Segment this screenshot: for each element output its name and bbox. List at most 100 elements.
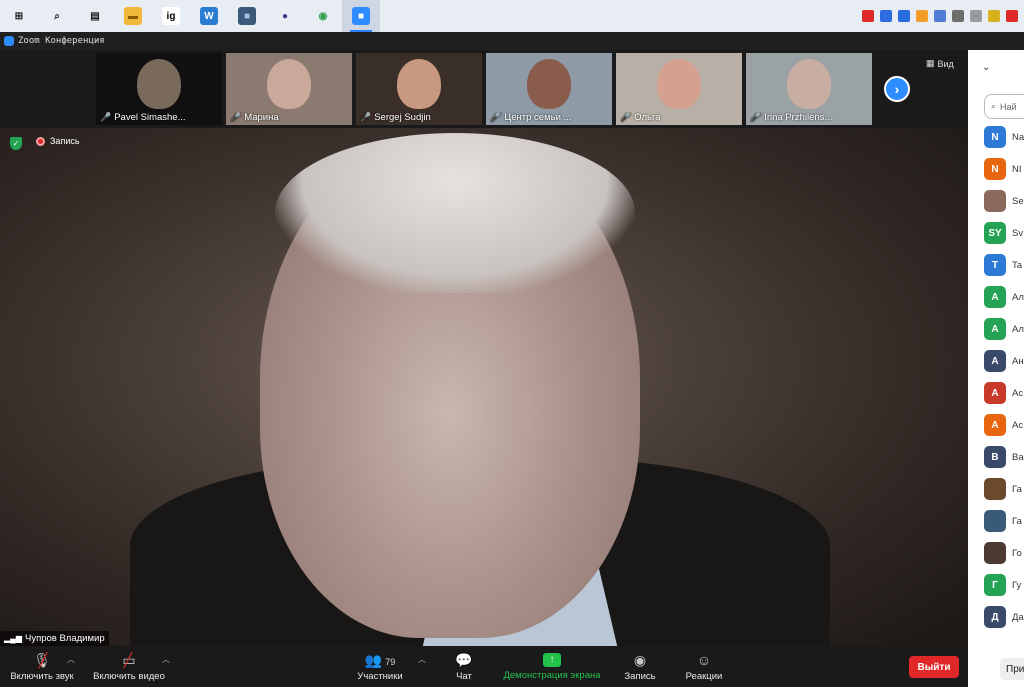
participant-video-tile[interactable]: 🎤 Irina Przhilens...: [746, 53, 872, 125]
taskbar-app[interactable]: ●: [266, 0, 304, 32]
share-screen-button[interactable]: ↑ Демонстрация экрана: [500, 646, 604, 687]
participant-name: Sergej Sudjin: [374, 112, 431, 123]
participant-list-item[interactable]: Г Гу: [984, 574, 1021, 596]
participant-list-item[interactable]: А Ас: [984, 382, 1023, 404]
tray-icon-2[interactable]: [880, 10, 892, 22]
taskbar-app[interactable]: ■: [228, 0, 266, 32]
reactions-button[interactable]: ☺ Реакции: [680, 646, 728, 687]
start-video-button[interactable]: ▭ ╱ Включить видео: [90, 646, 168, 687]
ig-app-icon: ig: [162, 7, 180, 25]
tray-icon-9[interactable]: [1006, 10, 1018, 22]
participant-list-item[interactable]: А Ас: [984, 414, 1023, 436]
chevron-right-icon: ›: [894, 81, 900, 97]
mic-muted-icon: 🎤: [100, 112, 112, 122]
taskbar-app[interactable]: W: [190, 0, 228, 32]
next-page-button[interactable]: ›: [884, 76, 910, 102]
start-video-label: Включить видео: [93, 670, 165, 682]
participants-caret-icon[interactable]: ︿: [418, 654, 426, 665]
participants-panel: ⌄ ⌕ Най N Na N NI Se SY Sv T Ta А Ал А Ал А Ан А Ас А Ас В В…: [968, 50, 1024, 687]
participant-video-tile[interactable]: 🎤 Pavel Simashe...: [96, 53, 222, 125]
recording-label: Запись: [50, 136, 80, 146]
video-options-caret-icon[interactable]: ︿: [162, 654, 170, 665]
unmute-button[interactable]: 🎙 ╱ Включить звук: [6, 646, 78, 687]
participant-name: Ан: [1012, 355, 1024, 367]
participant-name: Центр семьи ...: [504, 112, 572, 123]
participant-list-item[interactable]: Го: [984, 542, 1022, 564]
mic-muted-icon: 🎙 ╱: [33, 651, 51, 668]
taskbar-app[interactable]: ⌕: [38, 0, 76, 32]
chevron-down-icon[interactable]: ⌄: [982, 62, 990, 73]
speaker-name-tag: ▂▄▆ Чупров Владимир: [0, 631, 109, 646]
participant-list-item[interactable]: Se: [984, 190, 1024, 212]
participant-video-tile[interactable]: 🎤 Sergej Sudjin: [356, 53, 482, 125]
taskbar-app[interactable]: ◉: [304, 0, 342, 32]
tray-icon-6[interactable]: [952, 10, 964, 22]
participant-video: [527, 59, 571, 109]
participant-list-item[interactable]: SY Sv: [984, 222, 1023, 244]
participant-name: Го: [1012, 547, 1022, 559]
avatar: А: [984, 318, 1006, 340]
mic-muted-icon: 🎤: [360, 112, 372, 122]
taskbar-app[interactable]: ▤: [76, 0, 114, 32]
participants-button[interactable]: 👥 79 Участники: [352, 646, 408, 687]
participant-video-tile[interactable]: 🎤 Ольга: [616, 53, 742, 125]
word-icon: W: [200, 7, 218, 25]
mic-muted-icon: 🎤: [490, 112, 502, 122]
tray-icon-3[interactable]: [898, 10, 910, 22]
reactions-label: Реакции: [685, 670, 723, 682]
record-dot-icon: [36, 136, 45, 146]
view-button[interactable]: ▦ Вид: [926, 58, 954, 69]
participant-name: Га: [1012, 483, 1022, 495]
window-title: Zoom Конференция: [18, 36, 105, 46]
participant-list-item[interactable]: А Ан: [984, 350, 1024, 372]
tray-icon-4[interactable]: [916, 10, 928, 22]
participant-video: [657, 59, 701, 109]
participant-name-tag: 🎤 Центр семьи ...: [490, 112, 608, 123]
avatar: [984, 478, 1006, 500]
speaker-name: Чупров Владимир: [24, 633, 105, 644]
participant-name: Pavel Simashe...: [114, 112, 186, 123]
participant-list-item[interactable]: N NI: [984, 158, 1022, 180]
record-label: Запись: [624, 670, 656, 682]
shield-icon[interactable]: ✓: [10, 137, 22, 150]
share-screen-icon: ↑: [543, 652, 561, 667]
meeting-toolbar: 🎙 ╱ Включить звук ︿ ▭ ╱ Включить видео ︿ 👥…: [0, 646, 968, 687]
start-icon: ⊞: [14, 10, 24, 22]
participant-list-item[interactable]: А Ал: [984, 318, 1024, 340]
tray-icon-5[interactable]: [934, 10, 946, 22]
invite-button[interactable]: При: [1000, 658, 1024, 680]
participant-list-item[interactable]: Га: [984, 478, 1022, 500]
participant-list-item[interactable]: Га: [984, 510, 1022, 532]
participant-list-item[interactable]: Д Да: [984, 606, 1024, 628]
participant-list-item[interactable]: T Ta: [984, 254, 1022, 276]
participant-list-item[interactable]: В Ва: [984, 446, 1024, 468]
avatar: А: [984, 350, 1006, 372]
participant-list-item[interactable]: N Na: [984, 126, 1024, 148]
participant-name: Гу: [1012, 579, 1022, 591]
tray-icon-1[interactable]: [862, 10, 874, 22]
search-icon: ⌕: [54, 10, 60, 22]
system-tray: [862, 0, 1024, 32]
participant-search-input[interactable]: ⌕ Най: [984, 94, 1024, 119]
mic-muted-icon: 🎤: [620, 112, 632, 122]
taskbar-app[interactable]: ■: [342, 0, 380, 32]
leave-button[interactable]: Выйти: [909, 656, 959, 678]
record-button[interactable]: ◉ Запись: [620, 646, 660, 687]
participants-count: 79: [385, 656, 396, 667]
tray-icon-7[interactable]: [970, 10, 982, 22]
participant-name: Ас: [1012, 387, 1024, 399]
participant-name: Да: [1012, 611, 1024, 623]
participant-video-tile[interactable]: 🎤 Марина: [226, 53, 352, 125]
tray-icon-8[interactable]: [988, 10, 1000, 22]
chrome-icon: ◉: [318, 10, 328, 22]
chat-button[interactable]: 💬 Чат: [448, 646, 480, 687]
audio-options-caret-icon[interactable]: ︿: [67, 654, 75, 665]
taskbar-app[interactable]: ig: [152, 0, 190, 32]
participant-list-item[interactable]: А Ал: [984, 286, 1024, 308]
taskbar-app[interactable]: ▬: [114, 0, 152, 32]
avatar: Г: [984, 574, 1006, 596]
participant-video-tile[interactable]: 🎤 Центр семьи ...: [486, 53, 612, 125]
participant-name-tag: 🎤 Pavel Simashe...: [100, 112, 218, 123]
taskbar-app[interactable]: ⊞: [0, 0, 38, 32]
avatar: SY: [984, 222, 1006, 244]
